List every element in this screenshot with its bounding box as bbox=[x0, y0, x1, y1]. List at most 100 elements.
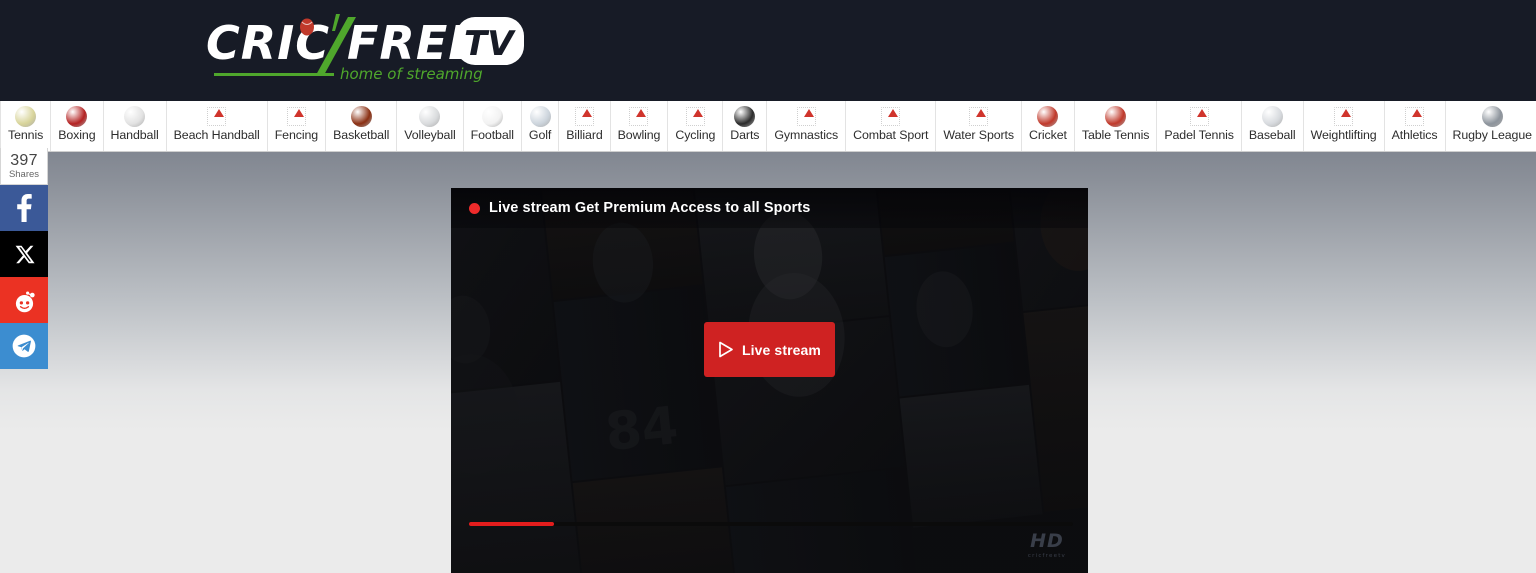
video-player[interactable]: 84 Live stream Get Premium Access to all… bbox=[451, 188, 1088, 573]
nav-item-label: Athletics bbox=[1391, 128, 1438, 142]
live-stream-button-label: Live stream bbox=[742, 341, 821, 358]
nav-item-weightlifting[interactable]: Weightlifting bbox=[1303, 101, 1385, 151]
share-count: 397 Shares bbox=[0, 148, 48, 185]
broken-image-icon bbox=[574, 106, 594, 126]
nav-item-label: Basketball bbox=[333, 128, 390, 142]
x-twitter-icon bbox=[15, 245, 35, 263]
nav-item-cycling[interactable]: Cycling bbox=[668, 101, 724, 151]
live-indicator-dot bbox=[469, 202, 480, 214]
nav-item-label: Padel Tennis bbox=[1164, 128, 1234, 142]
tennis-ball-icon bbox=[15, 105, 37, 127]
soccer-ball-icon bbox=[481, 105, 503, 127]
nav-item-darts[interactable]: Darts bbox=[723, 101, 768, 151]
share-rail: 397 Shares bbox=[0, 148, 48, 369]
nav-item-gymnastics[interactable]: Gymnastics bbox=[767, 101, 847, 151]
nav-item-basketball[interactable]: Basketball bbox=[326, 101, 398, 151]
player-title: Live stream Get Premium Access to all Sp… bbox=[489, 200, 811, 216]
nav-item-label: Darts bbox=[730, 128, 760, 142]
share-telegram-button[interactable] bbox=[0, 323, 48, 369]
rugby-ball-icon-glyph bbox=[1481, 105, 1503, 127]
reddit-icon bbox=[15, 291, 35, 312]
boxing-glove-icon-glyph bbox=[66, 105, 88, 127]
nav-item-label: Boxing bbox=[58, 128, 96, 142]
nav-item-label: Rugby League bbox=[1452, 128, 1533, 142]
tennis-ball-icon-glyph bbox=[15, 105, 37, 127]
baseball-icon bbox=[1261, 105, 1283, 127]
facebook-icon bbox=[16, 194, 32, 222]
boxing-glove-icon bbox=[66, 105, 88, 127]
nav-item-label: Combat Sport bbox=[853, 128, 929, 142]
player-title-bar: Live stream Get Premium Access to all Sp… bbox=[451, 188, 1088, 228]
cricket-ball-icon bbox=[1037, 105, 1059, 127]
broken-image-icon bbox=[685, 106, 705, 126]
nav-item-tennis[interactable]: Tennis bbox=[0, 101, 52, 151]
nav-item-boxing[interactable]: Boxing bbox=[51, 101, 104, 151]
nav-item-rugby-league[interactable]: Rugby League bbox=[1445, 101, 1536, 151]
nav-item-water-sports[interactable]: Water Sports bbox=[936, 101, 1022, 151]
share-count-number: 397 bbox=[10, 151, 38, 169]
nav-item-table-tennis[interactable]: Table Tennis bbox=[1074, 101, 1158, 151]
dartboard-icon-glyph bbox=[734, 105, 756, 127]
hd-watermark: HD cricfreetv bbox=[1027, 530, 1066, 560]
hd-badge-sub: cricfreetv bbox=[1027, 553, 1066, 559]
nav-item-label: Weightlifting bbox=[1310, 128, 1377, 142]
nav-item-label: Football bbox=[470, 128, 514, 142]
share-x-button[interactable] bbox=[0, 231, 48, 277]
broken-image-icon bbox=[285, 105, 307, 127]
table-tennis-bat-icon bbox=[1105, 105, 1127, 127]
nav-item-padel-tennis[interactable]: Padel Tennis bbox=[1157, 101, 1242, 151]
broken-image-icon bbox=[1188, 105, 1210, 127]
nav-item-label: Tennis bbox=[8, 128, 44, 142]
page-root: CRIC FREE TV home of streaming Tennis Bo… bbox=[0, 0, 1536, 573]
nav-item-baseball[interactable]: Baseball bbox=[1241, 101, 1304, 151]
broken-image-icon bbox=[629, 106, 649, 126]
nav-item-label: Table Tennis bbox=[1081, 128, 1150, 142]
nav-item-label: Beach Handball bbox=[173, 128, 260, 142]
broken-image-icon bbox=[628, 105, 650, 127]
nav-item-cricket[interactable]: Cricket bbox=[1022, 101, 1075, 151]
golf-ball-icon bbox=[529, 105, 551, 127]
nav-item-football[interactable]: Football bbox=[463, 101, 522, 151]
basketball-icon-glyph bbox=[350, 105, 372, 127]
baseball-icon-glyph bbox=[1261, 105, 1283, 127]
live-stream-button[interactable]: Live stream bbox=[704, 322, 835, 377]
sports-nav[interactable]: Tennis Boxing Handball Beach Handball Fencin… bbox=[0, 101, 1536, 152]
nav-item-volleyball[interactable]: Volleyball bbox=[397, 101, 464, 151]
nav-item-label: Bowling bbox=[617, 128, 661, 142]
nav-item-beach-handball[interactable]: Beach Handball bbox=[166, 101, 268, 151]
nav-item-label: Cricket bbox=[1029, 128, 1067, 142]
broken-image-icon bbox=[684, 105, 706, 127]
broken-image-icon bbox=[881, 106, 901, 126]
nav-item-bowling[interactable]: Bowling bbox=[610, 101, 669, 151]
share-facebook-button[interactable] bbox=[0, 185, 48, 231]
nav-item-label: Water Sports bbox=[943, 128, 1014, 142]
broken-image-icon bbox=[207, 106, 227, 126]
rugby-ball-icon bbox=[1481, 105, 1503, 127]
share-reddit-button[interactable] bbox=[0, 277, 48, 323]
broken-image-icon bbox=[286, 106, 306, 126]
nav-item-fencing[interactable]: Fencing bbox=[267, 101, 327, 151]
play-triangle-icon bbox=[719, 341, 733, 358]
share-count-label: Shares bbox=[8, 168, 40, 180]
nav-item-label: Golf bbox=[528, 128, 552, 142]
nav-item-billiard[interactable]: Billiard bbox=[559, 101, 611, 151]
video-progress-bar[interactable] bbox=[469, 522, 1073, 526]
site-logo[interactable]: CRIC FREE TV home of streaming bbox=[206, 13, 526, 87]
nav-item-combat-sport[interactable]: Combat Sport bbox=[846, 101, 937, 151]
golf-ball-icon-glyph bbox=[529, 105, 551, 127]
hd-badge-text: HD bbox=[1030, 530, 1064, 552]
broken-image-icon bbox=[1334, 106, 1354, 126]
dartboard-icon bbox=[734, 105, 756, 127]
nav-item-athletics[interactable]: Athletics bbox=[1384, 101, 1446, 151]
handball-icon-glyph bbox=[124, 105, 146, 127]
nav-item-label: Volleyball bbox=[404, 128, 456, 142]
broken-image-icon bbox=[1404, 105, 1426, 127]
nav-item-handball[interactable]: Handball bbox=[103, 101, 167, 151]
nav-item-label: Billiard bbox=[566, 128, 603, 142]
nav-item-label: Cycling bbox=[675, 128, 716, 142]
video-progress-fill bbox=[469, 522, 554, 526]
nav-item-golf[interactable]: Golf bbox=[521, 101, 560, 151]
site-header: CRIC FREE TV home of streaming bbox=[0, 0, 1536, 101]
svg-text:TV: TV bbox=[464, 24, 516, 64]
broken-image-icon bbox=[573, 105, 595, 127]
